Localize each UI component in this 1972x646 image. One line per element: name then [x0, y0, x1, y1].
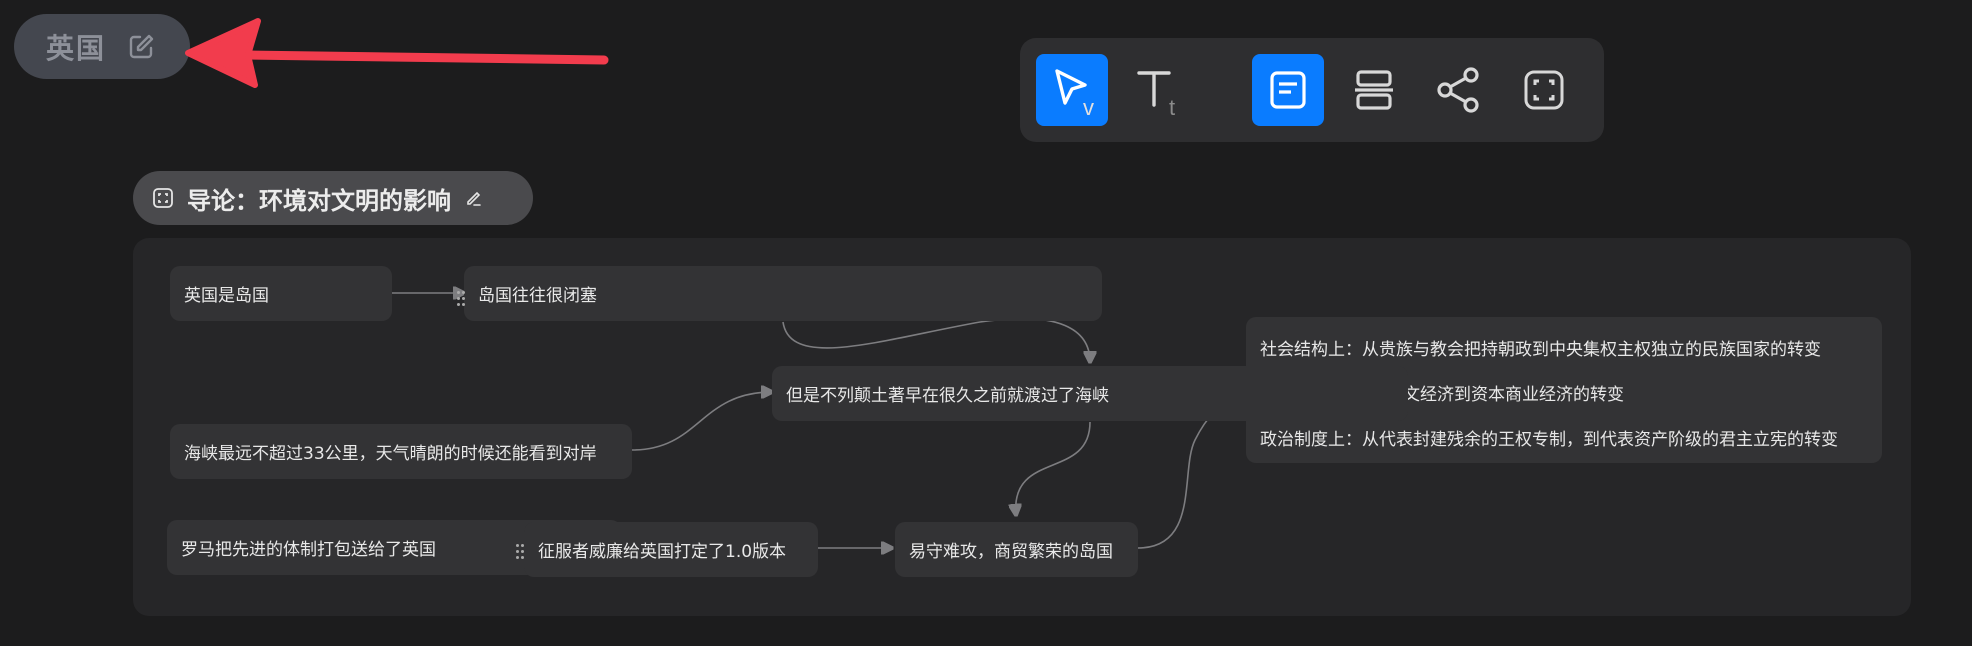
- node-card[interactable]: 征服者威廉给英国打定了1.0版本: [524, 522, 818, 577]
- summary-line: 文经济到资本商业经济的转变: [1403, 385, 1624, 405]
- node-text: 易守难攻，商贸繁荣的岛国: [909, 542, 1113, 562]
- node-text: 但是不列颠土著早在很久之前就渡过了海峡: [786, 386, 1109, 406]
- connector: [782, 317, 1090, 362]
- node-text: 罗马把先进的体制打包送给了英国: [181, 540, 436, 560]
- node-card[interactable]: 易守难攻，商贸繁荣的岛国: [895, 522, 1138, 577]
- node-text: 英国是岛国: [184, 286, 269, 306]
- drag-handle-icon[interactable]: [457, 291, 467, 307]
- node-card[interactable]: 但是不列颠土著早在很久之前就渡过了海峡: [772, 366, 1408, 421]
- connector: [631, 392, 772, 451]
- drag-handle-icon[interactable]: [516, 544, 526, 560]
- node-text: 岛国往往很闭塞: [478, 286, 597, 306]
- connector: [1016, 421, 1091, 515]
- summary-line: 社会结构上：从贵族与教会把持朝政到中央集权主权独立的民族国家的转变: [1260, 340, 1821, 360]
- node-card[interactable]: 海峡最远不超过33公里，天气晴朗的时候还能看到对岸: [170, 424, 632, 479]
- node-card[interactable]: 英国是岛国: [170, 266, 392, 321]
- summary-line: 政治制度上：从代表封建残余的王权专制，到代表资产阶级的君主立宪的转变: [1260, 430, 1838, 450]
- node-text: 海峡最远不超过33公里，天气晴朗的时候还能看到对岸: [184, 444, 597, 464]
- node-card[interactable]: 岛国往往很闭塞: [464, 266, 1102, 321]
- node-text: 征服者威廉给英国打定了1.0版本: [538, 542, 787, 562]
